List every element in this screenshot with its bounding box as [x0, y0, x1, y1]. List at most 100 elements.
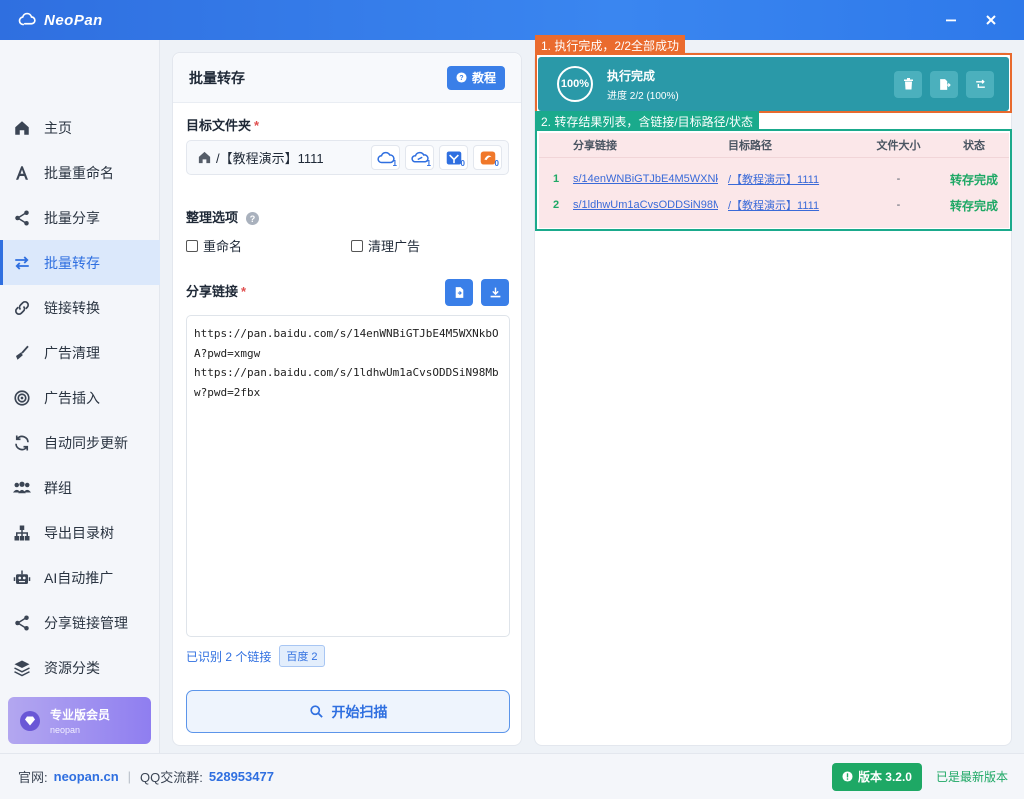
sync-icon	[12, 433, 32, 453]
file-import-icon	[455, 287, 463, 298]
detected-count: 已识别 2 个链接	[186, 649, 272, 664]
sidebar-item-categories[interactable]: 资源分类	[0, 645, 160, 690]
divider: |	[127, 769, 132, 784]
site-link[interactable]: neopan.cn	[54, 769, 119, 784]
minimize-icon	[946, 19, 956, 22]
pro-member-card[interactable]: 专业版会员 neopan	[8, 697, 151, 744]
aliyun-cloud-button[interactable]: 1	[405, 145, 434, 170]
target-folder-picker[interactable]: /【教程演示】1111 1 1 0 0	[186, 140, 509, 175]
row-index: 1	[552, 173, 560, 185]
trash-icon	[903, 78, 913, 90]
sidebar: 主页 批量重命名 批量分享 批量转存 链接转换 广告清理 广告插入 自动同步更新…	[0, 40, 160, 753]
rename-label: 重命名	[203, 239, 243, 254]
sidebar-item-label: AI自动推广	[44, 569, 114, 586]
sidebar-item-label: 自动同步更新	[44, 434, 128, 451]
sidebar-item-label: 分享链接管理	[44, 614, 128, 631]
help-icon[interactable]: ?	[246, 212, 260, 226]
layers-icon	[12, 658, 32, 678]
progress-subtitle: 进度 2/2 (100%)	[607, 90, 679, 102]
sidebar-item-link-convert[interactable]: 链接转换	[0, 285, 160, 330]
annotation-label-2: 2. 转存结果列表，含链接/目标路径/状态	[535, 111, 760, 131]
sidebar-item-home[interactable]: 主页	[0, 105, 160, 150]
baidu-count-tag: 百度 2	[279, 645, 325, 667]
link-icon	[12, 298, 32, 318]
uc-cloud-button[interactable]: 0	[473, 145, 502, 170]
svg-text:?: ?	[459, 75, 463, 82]
share-links-textarea[interactable]: https://pan.baidu.com/s/14enWNBiGTJbE4M5…	[186, 315, 510, 637]
row-path[interactable]: /【教程演示】1111	[718, 171, 858, 187]
retry-button[interactable]	[966, 70, 994, 98]
row-status: 转存完成	[949, 172, 998, 187]
robot-icon	[12, 568, 32, 588]
sidebar-item-groups[interactable]: 群组	[0, 465, 160, 510]
file-export-icon	[939, 78, 951, 90]
sidebar-item-export-tree[interactable]: 导出目录树	[0, 510, 160, 555]
progress-title: 执行完成	[607, 68, 656, 83]
latest-version-text: 已是最新版本	[935, 770, 1008, 784]
home-icon	[198, 151, 211, 164]
import-file-button[interactable]	[445, 279, 473, 306]
pro-title: 专业版会员	[50, 708, 111, 722]
sidebar-item-label: 批量分享	[44, 209, 100, 226]
sidebar-item-label: 主页	[44, 119, 72, 136]
qq-group-link[interactable]: 528953477	[209, 769, 274, 784]
annotation-label-1: 1. 执行完成，2/2全部成功	[535, 35, 686, 55]
sidebar-item-share-manage[interactable]: 分享链接管理	[0, 600, 160, 645]
row-link[interactable]: s/14enWNBiGTJbE4M5WXNkbOA	[573, 173, 718, 185]
checkbox-box	[186, 239, 198, 252]
header-size: 文件大小	[876, 140, 921, 152]
row-size: -	[896, 173, 901, 185]
sidebar-item-batch-rename[interactable]: 批量重命名	[0, 150, 160, 195]
sidebar-item-label: 导出目录树	[44, 524, 114, 541]
sidebar-item-label: 资源分类	[44, 659, 100, 676]
xunlei-cloud-button[interactable]: 0	[439, 145, 468, 170]
sidebar-item-label: 链接转换	[44, 299, 100, 316]
sidebar-item-label: 广告清理	[44, 344, 100, 361]
retry-icon	[975, 79, 985, 88]
export-results-button[interactable]	[930, 70, 958, 98]
version-button[interactable]: 版本 3.2.0	[831, 762, 922, 791]
tutorial-button[interactable]: ? 教程	[446, 65, 505, 90]
row-size: -	[896, 199, 901, 211]
tutorial-label: 教程	[471, 71, 496, 85]
minimize-button[interactable]	[940, 9, 962, 31]
target-icon	[12, 388, 32, 408]
sidebar-item-ad-clean[interactable]: 广告清理	[0, 330, 160, 375]
scan-label: 开始扫描	[331, 703, 388, 720]
header-link: 分享链接	[573, 140, 617, 152]
table-row: 1 s/14enWNBiGTJbE4M5WXNkbOA /【教程演示】1111 …	[539, 166, 1009, 192]
sidebar-item-ai-promo[interactable]: AI自动推广	[0, 555, 160, 600]
target-folder-path: /【教程演示】1111	[216, 151, 324, 166]
sitemap-icon	[12, 523, 32, 543]
close-button[interactable]	[980, 9, 1002, 31]
cloud-count: 1	[392, 159, 397, 168]
table-header: 分享链接 目标路径 文件大小 状态	[539, 133, 1009, 158]
clean-ads-label: 清理广告	[368, 239, 421, 254]
sidebar-item-batch-transfer[interactable]: 批量转存	[0, 240, 160, 285]
share-links-label: 分享链接 *	[186, 284, 247, 299]
start-scan-button[interactable]: 开始扫描	[186, 690, 510, 733]
clear-results-button[interactable]	[894, 70, 922, 98]
broom-icon	[12, 343, 32, 363]
close-icon	[986, 15, 996, 25]
baidu-cloud-button[interactable]: 1	[371, 145, 400, 170]
rename-checkbox[interactable]: 重命名	[186, 236, 242, 255]
share-icon	[12, 208, 32, 228]
row-path[interactable]: /【教程演示】1111	[718, 197, 858, 213]
title-bar: NeoPan	[0, 0, 1024, 40]
results-table: 分享链接 目标路径 文件大小 状态 1 s/14enWNBiGTJbE4M5WX…	[539, 133, 1009, 228]
sidebar-item-auto-sync[interactable]: 自动同步更新	[0, 420, 160, 465]
help-circle-icon: ?	[456, 72, 467, 83]
download-button[interactable]	[481, 279, 509, 306]
row-link[interactable]: s/1ldhwUm1aCvsODDSiN98Mbw	[573, 199, 718, 211]
panel-title: 批量转存	[189, 69, 245, 86]
cloud-count: 1	[426, 159, 431, 168]
home-icon	[12, 118, 32, 138]
clean-ads-checkbox[interactable]: 清理广告	[351, 236, 420, 255]
gem-icon	[20, 710, 40, 731]
site-label: 官网:	[18, 770, 48, 785]
sidebar-item-ad-insert[interactable]: 广告插入	[0, 375, 160, 420]
users-icon	[12, 478, 32, 498]
sidebar-item-batch-share[interactable]: 批量分享	[0, 195, 160, 240]
pro-subtitle: neopan	[50, 725, 81, 735]
